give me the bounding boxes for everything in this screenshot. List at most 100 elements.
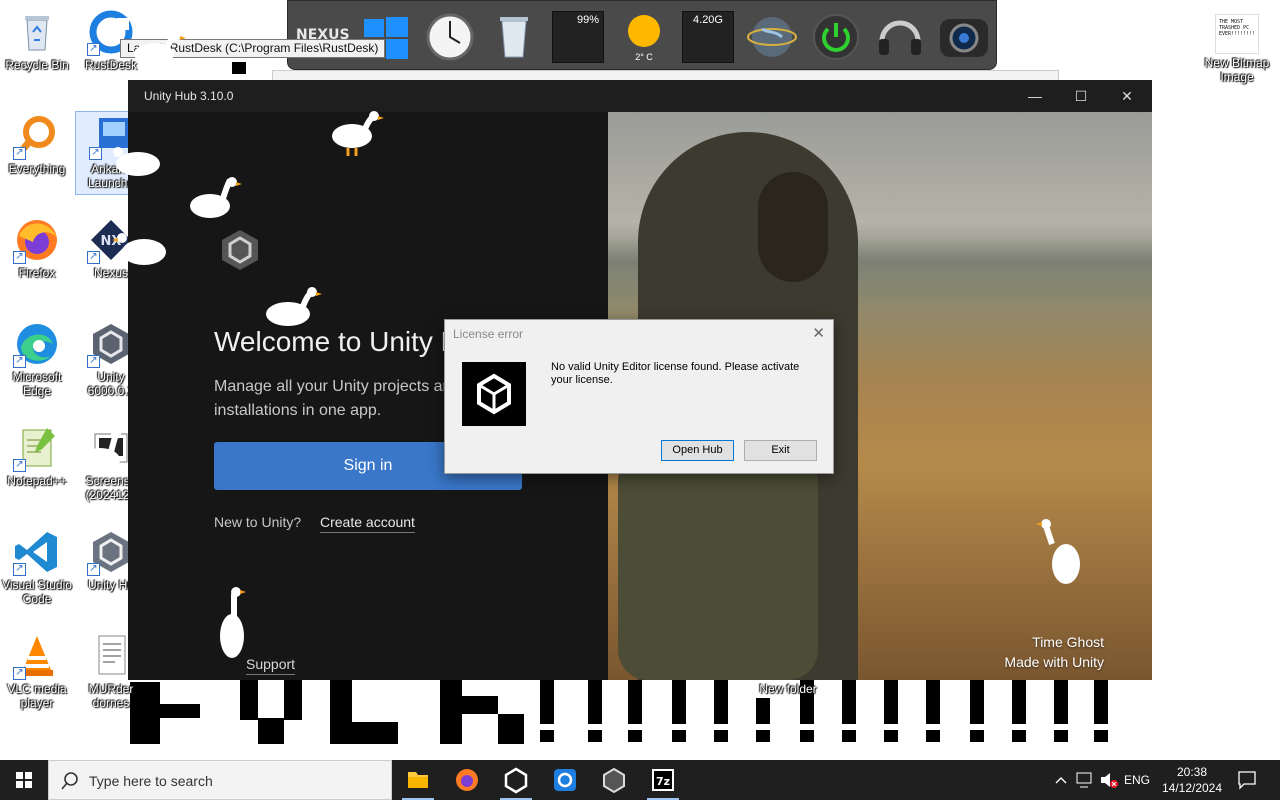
shortcut-arrow-icon: ↗ <box>87 43 100 56</box>
bitmap-icon: THE MOST TRASHED PC EVER!!!!!!!! <box>1215 14 1259 54</box>
clock-icon[interactable] <box>424 11 476 63</box>
vlc-icon: ↗ <box>13 632 61 680</box>
volume-muted-icon <box>1101 773 1118 788</box>
edge-icon: ↗ <box>13 320 61 368</box>
vscode-icon: ↗ <box>13 528 61 576</box>
search-placeholder: Type here to search <box>89 773 213 789</box>
network-icon <box>1076 772 1092 788</box>
close-button[interactable]: ✕ <box>1104 80 1150 112</box>
desktop-icon-label: Notepad++ <box>7 474 67 488</box>
shortcut-arrow-icon: ↗ <box>13 667 26 680</box>
disk-meter-widget: 4.20G <box>682 11 734 63</box>
credit-title: Time Ghost <box>1032 634 1104 650</box>
network-tray-icon[interactable] <box>1074 760 1096 800</box>
headphones-icon[interactable] <box>874 11 926 63</box>
desktop-icon-label: New folder <box>759 682 817 696</box>
desktop-icon-label: VLC media player <box>7 682 67 710</box>
exit-button[interactable]: Exit <box>744 440 817 461</box>
shortcut-arrow-icon: ↗ <box>13 147 26 160</box>
unity-logo-icon <box>220 228 260 277</box>
goose-sprite <box>332 111 384 156</box>
create-account-link[interactable]: Create account <box>320 514 415 533</box>
desktop-icon-vscode[interactable]: ↗ Visual Studio Code <box>0 528 74 606</box>
show-hidden-icons-button[interactable] <box>1052 760 1070 800</box>
shortcut-arrow-icon: ↗ <box>13 251 26 264</box>
weather-temp: 2° C <box>635 52 653 62</box>
desktop-icon-firefox[interactable]: ↗ Firefox <box>0 216 74 280</box>
firefox-icon <box>456 769 478 791</box>
unity-icon <box>603 767 625 794</box>
window-title: Unity Hub 3.10.0 <box>144 89 234 103</box>
rocket-dock: NEXUS 99% 2° C 4.20G <box>287 0 997 70</box>
desktop-icon-everything[interactable]: ↗ Everything <box>0 112 74 176</box>
taskbar-firefox[interactable] <box>443 760 491 800</box>
taskbar-file-explorer[interactable] <box>394 760 442 800</box>
shortcut-arrow-icon: ↗ <box>87 563 100 576</box>
character-head <box>758 172 828 282</box>
search-icon <box>61 772 78 790</box>
dialog-title: License error <box>453 327 524 341</box>
goose-sprite <box>1036 519 1080 584</box>
desktop-icon-new-bitmap[interactable]: THE MOST TRASHED PC EVER!!!!!!!! New Bit… <box>1200 14 1274 84</box>
shortcut-arrow-icon: ↗ <box>89 147 102 160</box>
chevron-up-icon <box>1055 777 1067 784</box>
goose-sprite <box>190 177 242 218</box>
cpu-meter-widget: 99% <box>552 11 604 63</box>
notifications-button[interactable] <box>1232 760 1262 800</box>
taskbar-unity-hub[interactable] <box>492 760 540 800</box>
language-indicator[interactable]: ENG <box>1124 760 1154 800</box>
shortcut-arrow-icon: ↗ <box>87 355 100 368</box>
desktop-icon-label: MURder dornes <box>88 682 134 710</box>
taskbar-search-box[interactable]: Type here to search <box>48 760 392 800</box>
desktop-icon-notepadpp[interactable]: ↗ Notepad++ <box>0 424 74 488</box>
goose-sprite <box>80 429 121 472</box>
goose-sprite <box>112 233 166 265</box>
credit-subtitle: Made with Unity <box>1004 654 1104 670</box>
goose-sprite <box>113 147 160 176</box>
minimize-button[interactable]: — <box>1012 80 1058 112</box>
clock-time: 20:38 <box>1176 765 1208 779</box>
unity-logo-icon <box>462 362 526 426</box>
globe-icon[interactable] <box>746 11 798 63</box>
desktop-icon-label: Everything <box>8 162 66 176</box>
shortcut-arrow-icon: ↗ <box>87 251 100 264</box>
desktop-icon-vlc[interactable]: ↗ VLC media player <box>0 632 74 710</box>
desktop-icon-edge[interactable]: ↗ Microsoft Edge <box>0 320 74 398</box>
taskbar-7zip[interactable]: 7z <box>639 760 687 800</box>
maximize-button[interactable]: ☐ <box>1058 80 1104 112</box>
unity-hub-icon <box>504 767 528 794</box>
new-to-unity-text: New to Unity? <box>214 514 302 530</box>
taskbar-rustdesk[interactable] <box>541 760 589 800</box>
taskbar-clock[interactable]: 20:38 14/12/2024 <box>1158 764 1226 796</box>
dialog-message: No valid Unity Editor license found. Ple… <box>551 361 800 386</box>
recycle-bin-icon[interactable] <box>488 11 540 63</box>
power-icon[interactable] <box>810 11 862 63</box>
shortcut-arrow-icon: ↗ <box>13 355 26 368</box>
desktop-icon-recycle-bin[interactable]: Recycle Bin <box>0 8 74 72</box>
weather-widget: 2° C <box>618 11 670 63</box>
license-error-dialog: License error ✕ No valid Unity Editor li… <box>444 319 834 474</box>
folder-icon <box>408 772 428 788</box>
clock-date: 14/12/2024 <box>1161 781 1223 795</box>
desktop-icon-label: New Bitmap Image <box>1204 56 1270 84</box>
volume-tray-icon[interactable] <box>1098 760 1120 800</box>
desktop-icon-new-folder[interactable]: New folder <box>750 682 826 696</box>
image-credit: Time Ghost Made with Unity <box>1004 632 1104 672</box>
rustdesk-icon <box>554 769 576 791</box>
dialog-close-button[interactable]: ✕ <box>812 324 825 342</box>
character-backpack <box>618 452 818 680</box>
cpu-meter-value: 99% <box>576 14 599 26</box>
start-button[interactable] <box>0 760 48 800</box>
webcam-icon[interactable] <box>938 11 990 63</box>
open-hub-button[interactable]: Open Hub <box>661 440 734 461</box>
7zip-icon: 7z <box>652 769 674 791</box>
desktop-icon-label: Firefox <box>18 266 56 280</box>
taskbar-unity[interactable] <box>590 760 638 800</box>
firefox-icon: ↗ <box>13 216 61 264</box>
taskbar: Type here to search 7z ENG 20:38 14/12/2… <box>0 760 1280 800</box>
search-magnifier-icon: ↗ <box>13 112 61 160</box>
shortcut-arrow-icon: ↗ <box>13 563 26 576</box>
desktop-icon-label: Visual Studio Code <box>2 578 72 606</box>
desktop-icon-label: Microsoft Edge <box>12 370 62 398</box>
notification-icon <box>1238 771 1256 790</box>
